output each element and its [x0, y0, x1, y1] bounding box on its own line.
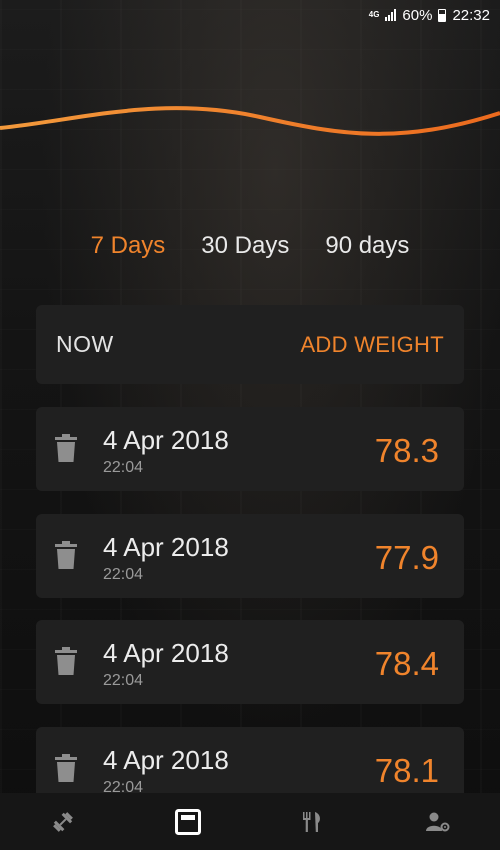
- trash-icon[interactable]: [55, 434, 77, 462]
- entry-weight: 78.1: [374, 752, 439, 789]
- nav-workouts[interactable]: [33, 793, 93, 850]
- dumbbell-icon: [52, 811, 73, 832]
- now-card: NOW ADD WEIGHT: [36, 305, 464, 384]
- status-bar: 4G 60% 22:32: [0, 0, 500, 30]
- nav-profile[interactable]: [408, 793, 468, 850]
- entry-time: 22:04: [103, 672, 144, 689]
- range-tabs: 7 Days 30 Days 90 days: [0, 232, 500, 260]
- list-item: 4 Apr 2018 22:04 77.9: [36, 514, 464, 598]
- battery-percent: 60%: [402, 6, 433, 24]
- trash-icon[interactable]: [55, 647, 77, 675]
- entry-date: 4 Apr 2018: [103, 425, 229, 455]
- tab-90-days[interactable]: 90 days: [325, 232, 409, 260]
- bottom-nav: [0, 793, 500, 850]
- entry-weight: 77.9: [374, 539, 439, 576]
- entry-date: 4 Apr 2018: [103, 745, 229, 775]
- entry-date: 4 Apr 2018: [103, 638, 229, 668]
- entry-time: 22:04: [103, 566, 144, 583]
- now-label: NOW: [56, 331, 114, 357]
- tab-7-days[interactable]: 7 Days: [91, 232, 166, 260]
- entry-weight: 78.3: [374, 432, 439, 469]
- trash-icon[interactable]: [55, 754, 77, 782]
- nav-weight[interactable]: [158, 793, 218, 850]
- list-item: 4 Apr 2018 22:04 78.4: [36, 620, 464, 704]
- trash-icon[interactable]: [55, 541, 77, 569]
- fork-knife-icon: [302, 811, 320, 832]
- entry-date: 4 Apr 2018: [103, 532, 229, 562]
- scale-icon: [174, 808, 201, 835]
- network-type: 4G: [368, 10, 380, 19]
- entry-time: 22:04: [103, 459, 144, 476]
- list-item: 4 Apr 2018 22:04 78.3: [36, 407, 464, 491]
- nav-nutrition[interactable]: [283, 793, 343, 850]
- signal-icon: [385, 9, 397, 21]
- wave-decoration: [0, 106, 500, 136]
- tab-30-days[interactable]: 30 Days: [201, 232, 289, 260]
- battery-icon: [438, 8, 447, 22]
- clock: 22:32: [452, 6, 490, 24]
- add-weight-button[interactable]: ADD WEIGHT: [300, 332, 444, 358]
- entry-weight: 78.4: [374, 645, 439, 682]
- user-settings-icon: [425, 812, 449, 831]
